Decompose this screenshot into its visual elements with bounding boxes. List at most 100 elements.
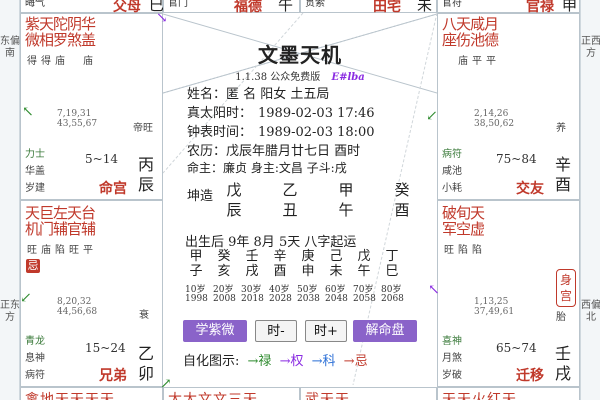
- main-stars: 八天咸月: [442, 15, 500, 33]
- palace-cell-xu[interactable]: 破旬天 军空虚 旺陷陷 身宫 1,13,25 37,49,61 胎 喜神 月煞 …: [437, 200, 580, 387]
- heavenly-stem: 辛: [554, 155, 571, 174]
- palace-cell-chen[interactable]: 紫天陀阴华 微相罗煞盖 得得庙庙 7,19,31 43,55,67 帝旺 力士 …: [20, 13, 163, 200]
- palace-cell-bottom-strip-3[interactable]: 武天天: [300, 387, 437, 400]
- transform-arrow-icon: ↘: [156, 10, 168, 26]
- bazi-branch: 丑: [282, 201, 298, 219]
- palace-cell-top-strip-2[interactable]: 官门 福德 午: [163, 0, 300, 15]
- palace-cell-mao[interactable]: 天巨左天台 机门辅官辅 旺庙陷旺平 忌 8,20,32 44,56,68 衰 青…: [20, 200, 163, 387]
- star-row: 武天天: [305, 392, 350, 400]
- palace-cell-top-strip-3[interactable]: 贯索 田宅 未: [300, 0, 437, 15]
- luck-pillars: 甲 癸 壬 辛 庚 己 戊 丁 子 亥 戌 酉 申 未 午 巳 10岁 20岁 …: [185, 249, 425, 319]
- star-row: 天天火红天: [442, 392, 517, 400]
- right-direction-strip: 正西方 西偏北: [580, 0, 600, 400]
- heavenly-stem: 乙: [137, 344, 154, 363]
- main-stars: 紫天陀阴华: [25, 15, 97, 33]
- master-line: 命主：廉贞 身主:文昌 子斗:戌: [187, 161, 347, 175]
- star-brightness: 旺陷陷: [444, 245, 482, 256]
- transform-arrow-icon: ↗: [160, 376, 172, 392]
- star-brightness: 庙平平: [458, 56, 496, 67]
- direction-label: 正东方: [0, 300, 20, 323]
- god-label: 晦气: [25, 0, 45, 9]
- kun-label: 坤造: [187, 189, 214, 204]
- palace-name: 命宫: [99, 181, 127, 197]
- legend-quan: →权: [279, 354, 304, 369]
- earthly-branch: 辰: [137, 175, 154, 194]
- body-palace-badge: 身宫: [556, 269, 576, 307]
- luck-year: 2038: [297, 294, 320, 304]
- time-plus-button[interactable]: 时+: [305, 320, 347, 342]
- bazi-branch: 酉: [394, 201, 410, 219]
- self-transform-legend: 自化图示: →禄 →权 →科 →忌: [183, 354, 368, 369]
- luck-year: 2058: [353, 294, 376, 304]
- legend-lu: →禄: [247, 354, 272, 369]
- life-phase: 养: [556, 123, 566, 134]
- god-label: 官门: [168, 0, 188, 9]
- main-stars-row2: 军空虚: [442, 220, 486, 238]
- decade-range: 75~84: [496, 152, 537, 166]
- palace-cell-top-strip-4[interactable]: 官符 官禄 申: [437, 0, 580, 15]
- app-version: 1.1.38 公众免费版 E#lba: [235, 72, 365, 83]
- god-label: 官符: [442, 0, 462, 9]
- luck-branch: 未: [329, 264, 343, 279]
- luck-stem: 丁: [385, 249, 399, 264]
- transform-ji-badge: 忌: [26, 259, 40, 273]
- god-list: 力士 华盖 岁建: [25, 149, 45, 194]
- palace-cell-bottom-strip-4[interactable]: 天天火红天: [437, 387, 580, 400]
- bazi-stem: 乙: [282, 181, 298, 199]
- bazi-stem: 癸: [394, 181, 410, 199]
- earthly-branch: 戌: [554, 364, 571, 383]
- year-numbers: 7,19,31 43,55,67: [57, 109, 98, 129]
- god-list: 喜神 月煞 岁破: [442, 336, 462, 381]
- main-stars-row2: 微相罗煞盖: [25, 31, 97, 49]
- luck-branch: 午: [357, 264, 371, 279]
- time-minus-button[interactable]: 时-: [255, 320, 297, 342]
- direction-label: 东偏南: [0, 36, 20, 59]
- legend-ke: →科: [311, 354, 336, 369]
- lunar-date-line: 农历：戊辰年腊月廿七日 酉时: [187, 144, 361, 159]
- palace-name: 迁移: [516, 368, 544, 384]
- luck-stem: 戊: [357, 249, 371, 264]
- palace-cell-you[interactable]: 八天咸月 座伤池德 庙平平 2,14,26 38,50,62 养 病符 咸池 小…: [437, 13, 580, 200]
- luck-stem: 庚: [301, 249, 315, 264]
- direction-label: 正西方: [581, 36, 600, 59]
- star-row: 太太文文三天: [168, 392, 258, 400]
- luck-branch: 巳: [385, 264, 399, 279]
- clock-time-line: 钟表时间： 1989-02-03 18:00: [187, 125, 375, 140]
- palace-cell-top-strip-1[interactable]: 晦气 父母 巳: [20, 0, 164, 15]
- luck-stem: 己: [329, 249, 343, 264]
- bazi-stem: 戊: [226, 181, 242, 199]
- heavenly-stem: 壬: [554, 344, 571, 363]
- luck-year: 1998: [185, 294, 208, 304]
- palace-name: 兄弟: [99, 368, 127, 384]
- decade-range: 15~24: [85, 341, 126, 355]
- year-numbers: 1,13,25 37,49,61: [474, 297, 515, 317]
- god-list: 青龙 息神 病符: [25, 336, 45, 381]
- bazi-branch: 辰: [226, 201, 242, 219]
- main-stars-row2: 机门辅官辅: [25, 220, 97, 238]
- direction-label: 西偏北: [581, 300, 600, 323]
- main-stars-row2: 座伤池德: [442, 31, 500, 49]
- luck-branch: 申: [301, 264, 315, 279]
- luck-year: 2048: [325, 294, 348, 304]
- luck-branch: 戌: [245, 264, 259, 279]
- life-phase: 胎: [556, 312, 566, 323]
- life-phase: 衰: [139, 310, 149, 321]
- interpret-chart-button[interactable]: 解命盘: [353, 320, 417, 342]
- earthly-branch: 卯: [137, 364, 154, 383]
- transform-arrow-icon: ↖: [428, 282, 440, 298]
- life-phase: 帝旺: [133, 123, 153, 134]
- luck-stem: 壬: [245, 249, 259, 264]
- palace-cell-bottom-strip-1[interactable]: 禽地天天天天: [20, 387, 163, 400]
- luck-year: 2028: [269, 294, 292, 304]
- left-direction-strip: 东偏南 正东方: [0, 0, 20, 400]
- bazi-stem: 甲: [338, 181, 354, 199]
- luck-stem: 癸: [217, 249, 231, 264]
- year-numbers: 2,14,26 38,50,62: [474, 109, 515, 129]
- learn-ziwei-button[interactable]: 学紫微: [183, 320, 247, 342]
- palace-cell-bottom-strip-2[interactable]: 太太文文三天: [163, 387, 300, 400]
- decade-range: 5~14: [85, 152, 118, 166]
- year-numbers: 8,20,32 44,56,68: [57, 297, 98, 317]
- name-line: 姓名：匿 名 阳女 土五局: [187, 87, 330, 102]
- god-list: 病符 咸池 小耗: [442, 149, 462, 194]
- bazi-pillars: 戊 乙 甲 癸 辰 丑 午 酉: [225, 181, 425, 221]
